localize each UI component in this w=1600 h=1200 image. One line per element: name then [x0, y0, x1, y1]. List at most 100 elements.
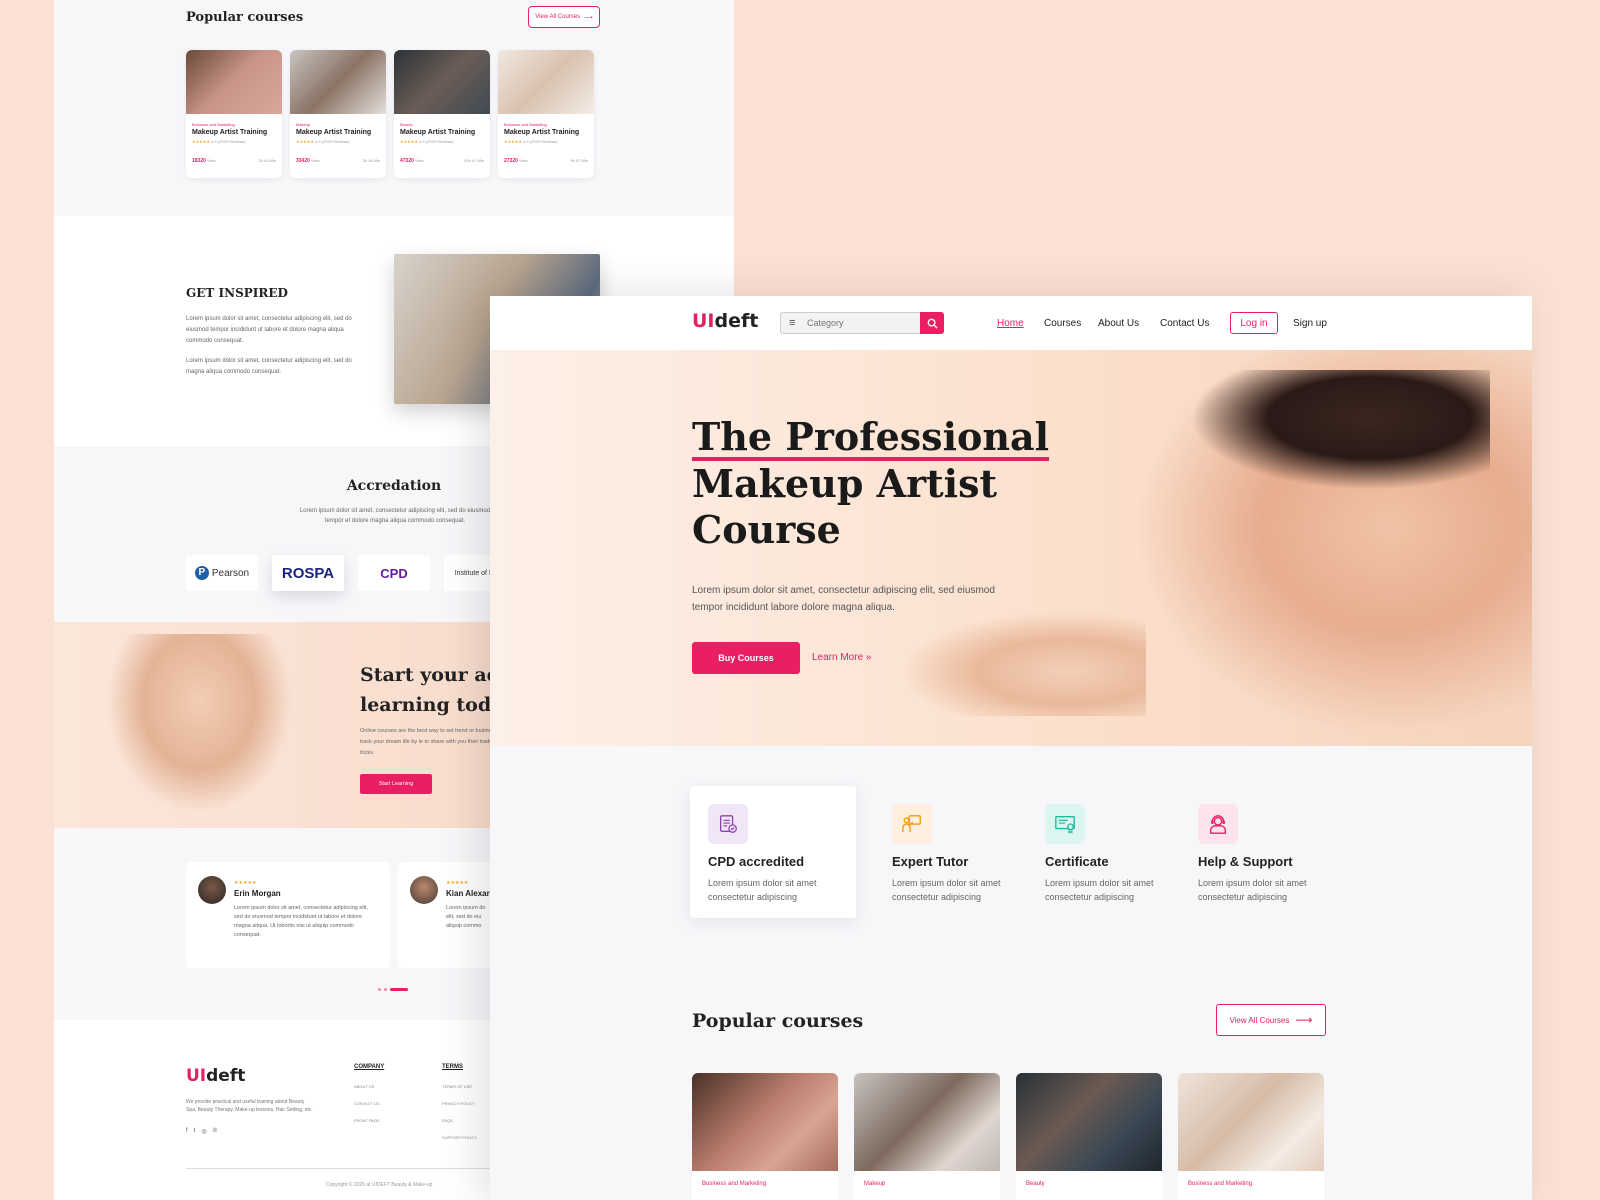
search-icon: [927, 318, 938, 329]
footer-link[interactable]: CONTACT US: [354, 1101, 380, 1106]
avatar: [198, 876, 226, 904]
course-name: Makeup Artist Training: [192, 129, 268, 136]
review-stars: ★★★★★: [446, 880, 469, 886]
feature-cpd-accredited[interactable]: CPD accredited Lorem ipsum dolor sit ame…: [690, 786, 856, 918]
review-text: Lorem ipsum dolor sit amet, consectetur …: [234, 905, 368, 938]
front-page-preview: UIdeft ≡ Home Courses About Us Contact U…: [490, 296, 1532, 1200]
start-learning-button[interactable]: Start Learning: [360, 774, 432, 794]
course-rating: ★★★★★ 4.9 (2340 Reviews): [296, 139, 380, 144]
back-course-card[interactable]: Makeup Makeup Artist Training ★★★★★ 4.9 …: [290, 50, 386, 178]
views-label: View: [207, 158, 216, 163]
certificate-icon: [1045, 804, 1085, 844]
feature-desc: Lorem ipsum dolor sit amet consectetur a…: [708, 878, 817, 902]
footer-about: We provide practical and useful training…: [186, 1099, 313, 1113]
carousel-dots[interactable]: [378, 988, 408, 991]
duration: 3h 18 Min: [362, 158, 380, 163]
course-category: Makeup: [864, 1181, 886, 1187]
feature-desc: Lorem ipsum dolor sit amet consectetur a…: [1045, 878, 1154, 902]
feature-help-support[interactable]: Help & Support Lorem ipsum dolor sit ame…: [1180, 786, 1346, 918]
twitter-icon[interactable]: t: [194, 1128, 196, 1135]
cpd-logo: CPD: [358, 555, 430, 591]
course-card[interactable]: Makeup: [854, 1073, 1000, 1200]
course-meta: 33420 View 3h 18 Min: [296, 158, 380, 164]
review-stars: ★★★★★: [234, 880, 257, 886]
carousel-dot-active[interactable]: [390, 988, 408, 991]
footer-link[interactable]: FAQS: [442, 1118, 453, 1123]
feature-title: CPD accredited: [708, 854, 805, 869]
course-category: Beauty: [1026, 1181, 1045, 1187]
course-image: [692, 1073, 838, 1171]
footer-link[interactable]: SUPPORT POLICY: [442, 1135, 477, 1140]
course-card[interactable]: Business and Marketing: [692, 1073, 838, 1200]
course-image: [290, 50, 386, 114]
view-all-courses-button[interactable]: View All Courses ⟶: [1216, 1004, 1326, 1036]
hero-title: The Professional Makeup Artist Course: [692, 414, 1052, 553]
nav-about[interactable]: About Us: [1098, 318, 1139, 329]
footer-company-title: COMPANY: [354, 1064, 385, 1070]
review-card: ★★★★★ Erin Morgan Lorem ipsum dolor sit …: [186, 862, 390, 968]
signup-link[interactable]: Sign up: [1293, 318, 1327, 329]
social-icons: f t ◎ ℗: [186, 1128, 217, 1135]
stars: ★★★★★: [504, 139, 522, 144]
feature-certificate[interactable]: Certificate Lorem ipsum dolor sit amet c…: [1027, 786, 1193, 918]
support-agent-icon: [1198, 804, 1238, 844]
carousel-dot[interactable]: [378, 988, 381, 991]
back-course-card[interactable]: Business and Marketing Makeup Artist Tra…: [498, 50, 594, 178]
hero-title-line1: The Professional: [692, 414, 1050, 461]
back-popular-title: Popular courses: [186, 10, 304, 25]
nav-contact[interactable]: Contact Us: [1160, 318, 1209, 329]
footer-logo[interactable]: UIdeft: [186, 1066, 245, 1086]
back-course-card[interactable]: Business and Marketing Makeup Artist Tra…: [186, 50, 282, 178]
footer-link[interactable]: PRIVACY POLICY: [442, 1101, 475, 1106]
back-popular-section: Popular courses View All Courses ⟶ Busin…: [54, 0, 734, 216]
buy-courses-button[interactable]: Buy Courses: [692, 642, 800, 674]
inspired-title: GET INSPIRED: [186, 286, 288, 300]
arrow-right-icon: ⟶: [584, 14, 593, 21]
rating-text: 4.9 (2340 Reviews): [315, 139, 350, 144]
feature-expert-tutor[interactable]: Expert Tutor Lorem ipsum dolor sit amet …: [874, 786, 1040, 918]
rating-text: 4.9 (2340 Reviews): [419, 139, 454, 144]
back-course-card[interactable]: Beauty Makeup Artist Training ★★★★★ 4.9 …: [394, 50, 490, 178]
carousel-dot[interactable]: [384, 988, 387, 991]
accreditation-desc: Lorem ipsum dolor sit amet, consectetur …: [299, 508, 491, 524]
hero-title-line3: Course: [692, 507, 841, 552]
hamburger-icon[interactable]: ≡: [789, 318, 795, 329]
course-card[interactable]: Beauty: [1016, 1073, 1162, 1200]
model-portrait-image: [94, 634, 304, 828]
back-view-all-button[interactable]: View All Courses ⟶: [528, 6, 600, 28]
course-card[interactable]: Business and Marketing: [1178, 1073, 1324, 1200]
views-count: 47320: [400, 158, 414, 164]
footer-link[interactable]: FRONT PAGE: [354, 1118, 380, 1123]
accreditation-title: Accredation: [346, 478, 442, 494]
duration: 9h 07 Min: [570, 158, 588, 163]
inspired-paragraph-2: Lorem ipsum dolor sit amet, consectetur …: [186, 358, 352, 375]
facebook-icon[interactable]: f: [186, 1128, 188, 1135]
reviewer-name: Kian Alexar: [446, 889, 490, 898]
pearson-logo: P Pearson: [186, 555, 258, 591]
site-logo[interactable]: UIdeft: [692, 310, 758, 332]
category-search: ≡: [780, 312, 944, 334]
views-label: View: [519, 158, 528, 163]
learn-more-link[interactable]: Learn More »: [812, 652, 871, 663]
course-name: Makeup Artist Training: [296, 129, 372, 136]
start-title: Start your adv learning toda: [360, 660, 511, 720]
rospa-logo: ROSPA: [272, 555, 344, 591]
rating-text: 4.9 (2340 Reviews): [211, 139, 246, 144]
hero-title-line2: Makeup Artist: [692, 461, 998, 506]
document-check-icon: [708, 804, 748, 844]
nav-home[interactable]: Home: [997, 318, 1024, 329]
search-input[interactable]: [807, 313, 917, 333]
search-button[interactable]: [920, 312, 944, 334]
duration: 2h 40 Min: [258, 158, 276, 163]
footer-link[interactable]: TERMS OF USE: [442, 1084, 472, 1089]
login-button[interactable]: Log in: [1230, 312, 1278, 334]
nav-courses[interactable]: Courses: [1044, 318, 1081, 329]
course-rating: ★★★★★ 4.9 (2340 Reviews): [504, 139, 588, 144]
course-rating: ★★★★★ 4.9 (2340 Reviews): [400, 139, 484, 144]
instagram-icon[interactable]: ◎: [201, 1128, 206, 1135]
course-meta: 18320 View 2h 40 Min: [192, 158, 276, 164]
footer-link[interactable]: ABOUT US: [354, 1084, 374, 1089]
course-image: [1178, 1073, 1324, 1171]
copyright: Copyright © 2020 at UIDEFT Beauty & Make…: [326, 1182, 433, 1188]
pinterest-icon[interactable]: ℗: [213, 1128, 217, 1135]
